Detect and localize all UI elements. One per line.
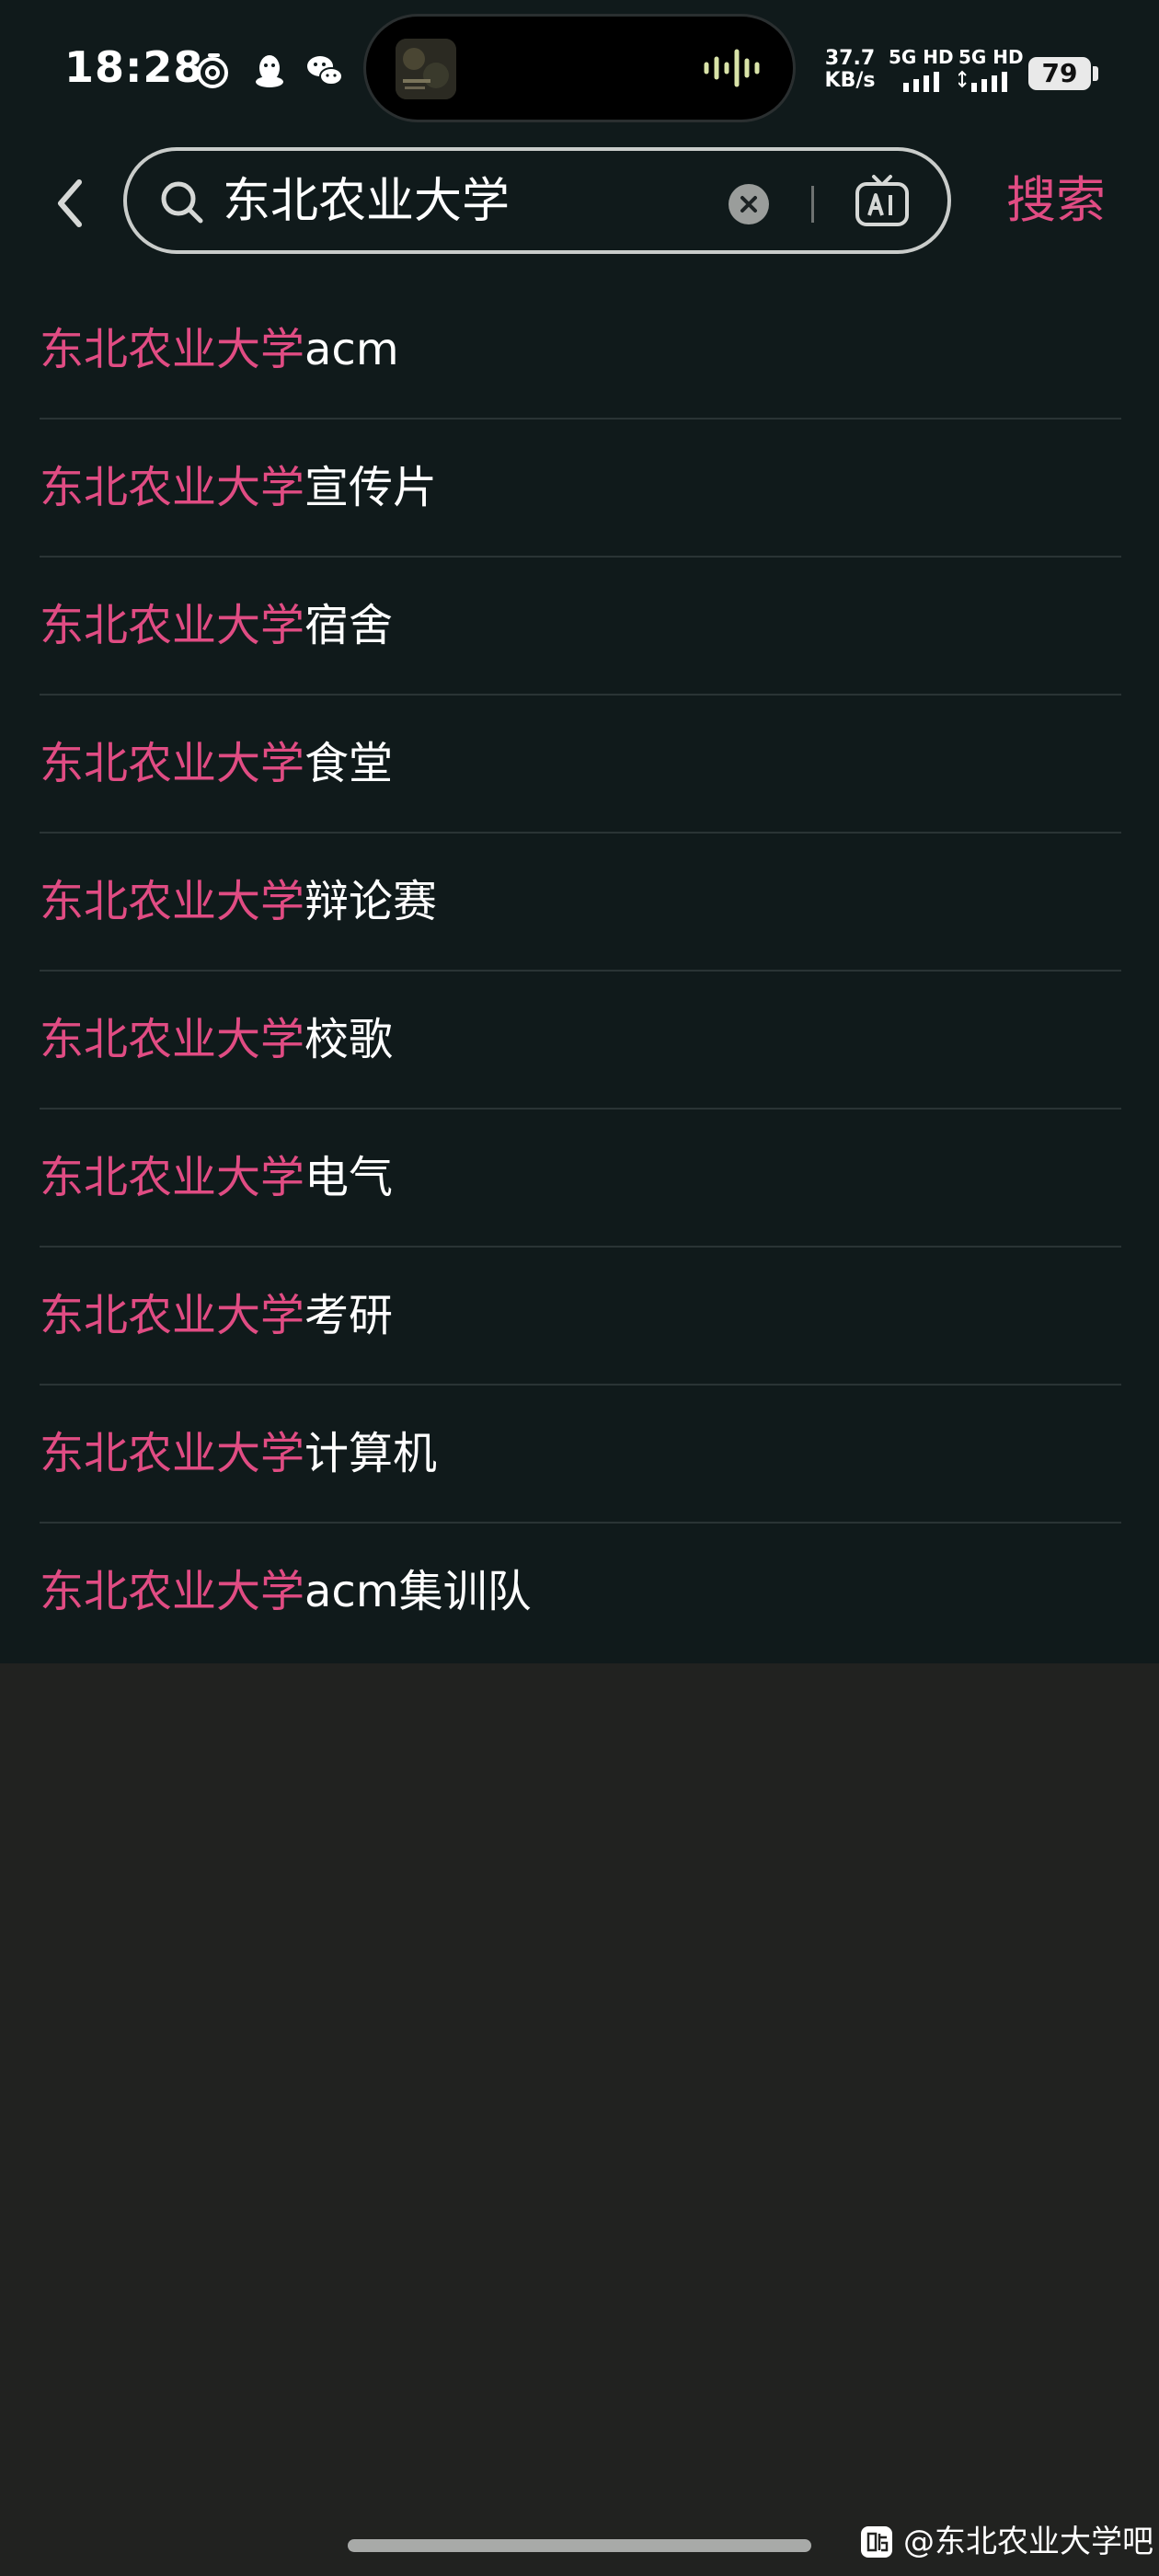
netease-music-icon bbox=[197, 53, 228, 88]
network-speed: 37.7 KB/s bbox=[824, 48, 876, 92]
suggestion-list: 东北农业大学acm 东北农业大学宣传片 东北农业大学宿舍 东北农业大学食堂 东北… bbox=[0, 282, 1159, 1662]
suggestion-highlight: 东北农业大学 bbox=[40, 1566, 305, 1617]
signal-2-label: 5G HD bbox=[958, 46, 1024, 68]
network-speed-value: 37.7 bbox=[824, 47, 876, 70]
suggestion-item[interactable]: 东北农业大学宣传片 bbox=[40, 420, 1121, 558]
suggestion-highlight: 东北农业大学 bbox=[40, 324, 305, 375]
suggestion-item[interactable]: 东北农业大学宿舍 bbox=[40, 558, 1121, 696]
suggestion-item[interactable]: 东北农业大学辩论赛 bbox=[40, 834, 1121, 972]
search-button[interactable]: 搜索 bbox=[1006, 171, 1106, 230]
clear-button[interactable] bbox=[729, 184, 769, 224]
search-icon bbox=[161, 181, 203, 224]
signal-1-label: 5G HD bbox=[889, 46, 954, 68]
tieba-logo-icon bbox=[861, 2526, 892, 2558]
status-bar: 18:28 37.7 KB/s 5G HD 5G HD 79 bbox=[0, 0, 1159, 138]
search-divider bbox=[811, 186, 814, 223]
suggestion-rest: acm集训队 bbox=[304, 1566, 532, 1617]
signal-2-bars-icon bbox=[958, 70, 1007, 92]
ai-tv-icon[interactable] bbox=[854, 173, 911, 230]
suggestion-rest: 辩论赛 bbox=[304, 876, 438, 927]
suggestion-highlight: 东北农业大学 bbox=[40, 1290, 305, 1341]
qq-icon bbox=[256, 55, 283, 87]
search-box[interactable]: 东北农业大学 bbox=[123, 147, 951, 254]
suggestion-item[interactable]: 东北农业大学电气 bbox=[40, 1110, 1121, 1248]
suggestion-rest: 计算机 bbox=[304, 1428, 438, 1479]
network-speed-unit: KB/s bbox=[824, 69, 876, 92]
suggestion-rest: 校歌 bbox=[304, 1014, 394, 1065]
dynamic-island[interactable] bbox=[366, 17, 793, 120]
suggestion-rest: 电气 bbox=[304, 1152, 394, 1203]
search-page-content: 18:28 37.7 KB/s 5G HD 5G HD 79 东北农业大学 搜索… bbox=[0, 0, 1159, 1663]
suggestion-highlight: 东北农业大学 bbox=[40, 876, 305, 927]
suggestion-item[interactable]: 东北农业大学acm bbox=[40, 282, 1121, 420]
battery-tip bbox=[1093, 66, 1098, 81]
suggestion-highlight: 东北农业大学 bbox=[40, 738, 305, 789]
search-input[interactable]: 东北农业大学 bbox=[223, 173, 510, 230]
suggestion-item[interactable]: 东北农业大学考研 bbox=[40, 1248, 1121, 1386]
suggestion-highlight: 东北农业大学 bbox=[40, 1014, 305, 1065]
audio-wave-icon bbox=[704, 49, 760, 87]
back-button[interactable] bbox=[46, 171, 98, 236]
suggestion-highlight: 东北农业大学 bbox=[40, 600, 305, 651]
suggestion-highlight: 东北农业大学 bbox=[40, 1152, 305, 1203]
watermark-text: @东北农业大学吧 bbox=[903, 2524, 1153, 2560]
suggestion-item[interactable]: 东北农业大学校歌 bbox=[40, 972, 1121, 1110]
suggestion-rest: 考研 bbox=[304, 1290, 394, 1341]
close-icon bbox=[740, 196, 757, 213]
status-time: 18:28 bbox=[64, 42, 204, 92]
album-cover-icon bbox=[396, 39, 456, 99]
suggestion-highlight: 东北农业大学 bbox=[40, 462, 305, 513]
suggestion-item[interactable]: 东北农业大学acm集训队 bbox=[40, 1524, 1121, 1662]
suggestion-highlight: 东北农业大学 bbox=[40, 1428, 305, 1479]
battery-level: 79 bbox=[1028, 57, 1091, 90]
suggestion-rest: 宣传片 bbox=[304, 462, 438, 513]
suggestion-item[interactable]: 东北农业大学食堂 bbox=[40, 696, 1121, 834]
suggestion-rest: acm bbox=[304, 324, 399, 375]
signal-1-bars-icon bbox=[903, 72, 939, 92]
wechat-icon bbox=[307, 56, 343, 86]
suggestion-item[interactable]: 东北农业大学计算机 bbox=[40, 1386, 1121, 1524]
home-indicator[interactable] bbox=[348, 2539, 811, 2552]
suggestion-rest: 宿舍 bbox=[304, 600, 394, 651]
suggestion-rest: 食堂 bbox=[304, 738, 394, 789]
